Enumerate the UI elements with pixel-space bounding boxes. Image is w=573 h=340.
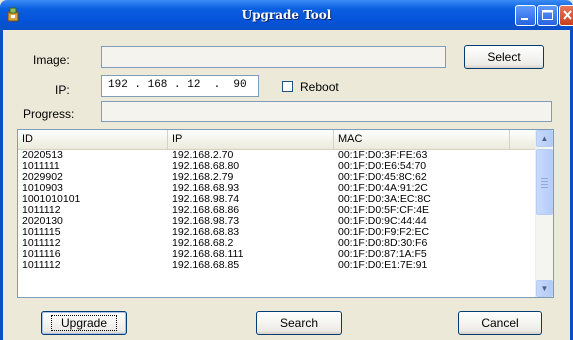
table-row[interactable]: 1011115 192.168.68.83 00:1F:D0:F9:F2:EC (18, 227, 537, 238)
reboot-label[interactable]: Reboot (300, 80, 339, 94)
column-header-id[interactable]: ID (18, 130, 168, 149)
table-row[interactable]: 2020513 192.168.2.70 00:1F:D0:3F:FE:63 (18, 150, 537, 161)
grip-line (541, 184, 548, 185)
vertical-scrollbar[interactable]: ▲ ▼ (535, 130, 553, 297)
image-label: Image: (33, 53, 70, 67)
chevron-down-icon: ▼ (540, 284, 549, 293)
minimize-icon (521, 18, 528, 20)
cell-ip: 192.168.68.85 (172, 259, 240, 271)
upgrade-button[interactable]: Upgrade (41, 311, 127, 335)
table-row[interactable]: 1011112 192.168.68.2 00:1F:D0:8D:30:F6 (18, 238, 537, 249)
window-title: Upgrade Tool (241, 8, 332, 22)
scroll-up-button[interactable]: ▲ (536, 130, 553, 147)
table-row[interactable]: 1011112 192.168.68.86 00:1F:D0:5F:CF:4E (18, 205, 537, 216)
scroll-thumb[interactable] (536, 149, 553, 215)
ip-label: IP: (55, 83, 70, 97)
table-row[interactable]: 2020130 192.168.98.73 00:1F:D0:9C:44:44 (18, 216, 537, 227)
device-list[interactable]: ID IP MAC 2020513 192.168.2.70 00:1F:D0:3F… (17, 129, 554, 298)
close-button[interactable] (559, 5, 573, 26)
grip-line (541, 178, 548, 179)
table-row[interactable]: 2029902 192.168.2.79 00:1F:D0:45:8C:62 (18, 172, 537, 183)
maximize-icon (542, 10, 553, 20)
search-button-label: Search (279, 316, 319, 330)
maximize-button[interactable] (537, 5, 558, 26)
search-button[interactable]: Search (256, 311, 342, 335)
table-row[interactable]: 1011116 192.168.68.111 00:1F:D0:87:1A:F5 (18, 249, 537, 260)
select-button[interactable]: Select (464, 45, 544, 69)
cancel-button-label: Cancel (481, 316, 519, 330)
table-row[interactable]: 1011112 192.168.68.85 00:1F:D0:E1:7E:91 (18, 260, 537, 271)
column-header-blank (510, 130, 537, 149)
list-header: ID IP MAC (18, 130, 537, 150)
column-header-ip[interactable]: IP (168, 130, 334, 149)
column-header-mac[interactable]: MAC (334, 130, 510, 149)
window-frame-left (0, 30, 3, 340)
minimize-button[interactable] (515, 5, 536, 26)
table-row[interactable]: 1001010101 192.168.98.74 00:1F:D0:3A:EC:8C (18, 194, 537, 205)
image-path-field[interactable] (101, 46, 446, 68)
ip-address-field[interactable]: 192 . 168 . 12 . 90 (101, 75, 259, 97)
reboot-checkbox[interactable] (282, 81, 293, 92)
title-bar[interactable]: Upgrade Tool (0, 0, 573, 30)
select-button-label: Select (487, 50, 521, 64)
chevron-up-icon: ▲ (540, 134, 549, 143)
table-row[interactable]: 1010903 192.168.68.93 00:1F:D0:4A:91:2C (18, 183, 537, 194)
grip-line (541, 187, 548, 188)
upgrade-button-label: Upgrade (50, 315, 118, 331)
grip-line (541, 181, 548, 182)
table-row[interactable]: 1011111 192.168.68.80 00:1F:D0:E6:54:70 (18, 161, 537, 172)
list-rows: 2020513 192.168.2.70 00:1F:D0:3F:FE:63 101… (18, 150, 537, 271)
cell-id: 1011112 (22, 259, 61, 271)
close-icon (563, 10, 572, 20)
progress-label: Progress: (23, 107, 75, 121)
cancel-button[interactable]: Cancel (458, 311, 542, 335)
progress-bar (101, 101, 552, 122)
scroll-down-button[interactable]: ▼ (536, 280, 553, 297)
cell-mac: 00:1F:D0:E1:7E:91 (338, 259, 428, 271)
